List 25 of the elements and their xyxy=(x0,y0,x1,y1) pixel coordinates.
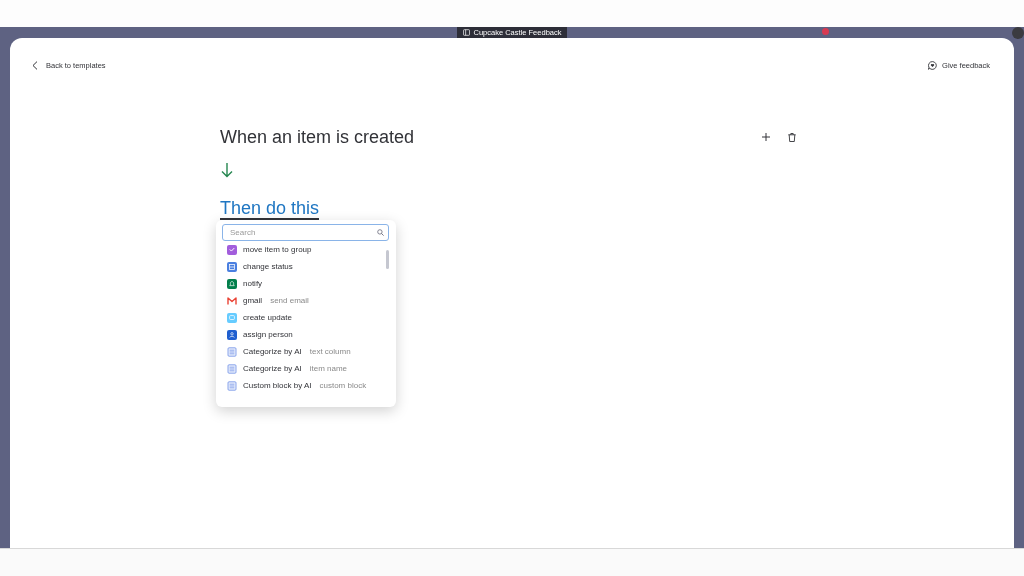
board-icon xyxy=(462,29,470,36)
search-icon xyxy=(377,229,384,236)
menu-item[interactable]: gmail send email xyxy=(216,292,396,309)
document-lines-icon xyxy=(227,346,237,357)
plus-icon[interactable] xyxy=(762,133,770,141)
notification-badge-icon[interactable] xyxy=(822,28,829,35)
menu-item[interactable]: Categorize by AI item name xyxy=(216,360,396,377)
menu-item[interactable]: Custom block by AI custom block xyxy=(216,377,396,394)
menu-item[interactable]: change status xyxy=(216,258,396,275)
menu-item[interactable]: Categorize by AI text column xyxy=(216,343,396,360)
menu-item[interactable]: assign person xyxy=(216,326,396,343)
document-lines-icon xyxy=(227,363,237,374)
search-field[interactable]: Search xyxy=(222,224,389,241)
trash-icon[interactable] xyxy=(788,132,796,142)
chevron-left-icon xyxy=(32,60,38,70)
scrollbar-thumb[interactable] xyxy=(386,250,389,269)
menu-item[interactable]: move item to group xyxy=(216,241,396,258)
arrow-down-icon xyxy=(221,162,233,178)
menu-item[interactable]: notify xyxy=(216,275,396,292)
avatar-icon[interactable] xyxy=(1012,27,1024,39)
chat-bubble-icon xyxy=(928,60,938,70)
mail-icon xyxy=(227,295,237,306)
menu-item[interactable]: create update xyxy=(216,309,396,326)
document-lines-icon xyxy=(227,380,237,391)
trigger-title: When an item is created xyxy=(220,126,415,148)
